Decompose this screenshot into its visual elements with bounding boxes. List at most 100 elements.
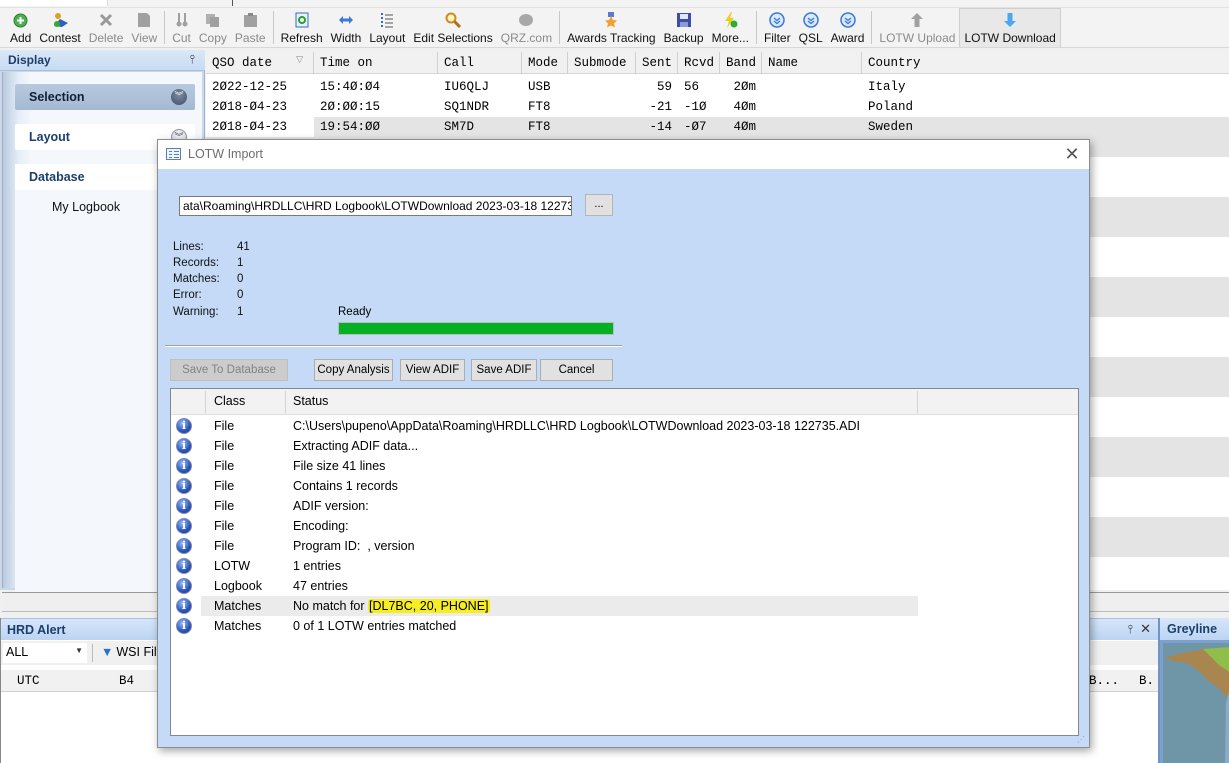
- add-button[interactable]: Add: [6, 8, 35, 47]
- log-row[interactable]: i File File size 41 lines: [171, 456, 1078, 476]
- log-row[interactable]: i File ADIF version:: [171, 496, 1078, 516]
- wsi-filter-button[interactable]: ▼ WSI Filt: [101, 645, 160, 659]
- pin-icon[interactable]: ⫯: [190, 52, 195, 67]
- cell-sent: -14: [649, 120, 672, 134]
- log-row[interactable]: i File Extracting ADIF data...: [171, 436, 1078, 456]
- awards-tracking-button[interactable]: Awards Tracking: [563, 8, 659, 47]
- qrz-icon: [518, 12, 534, 28]
- save-to-database-button[interactable]: Save To Database: [170, 359, 288, 381]
- paste-button[interactable]: Paste: [231, 8, 270, 47]
- view-icon: [136, 12, 152, 28]
- log-status: Program ID: , version: [293, 539, 415, 553]
- more-button[interactable]: More...: [708, 8, 753, 47]
- save-adif-button[interactable]: Save ADIF: [471, 359, 537, 381]
- log-row[interactable]: i Matches 0 of 1 LOTW entries matched: [171, 616, 1078, 636]
- log-row-selected[interactable]: i Matches No match for [DL7BC, 20, PHONE…: [171, 596, 1078, 616]
- delete-button[interactable]: Delete: [85, 8, 128, 47]
- contest-button[interactable]: Contest: [35, 8, 84, 47]
- column-header-call[interactable]: Call: [438, 52, 522, 74]
- cell-time-on: 15:4Ø:Ø4: [320, 80, 381, 94]
- column-header-qso-date[interactable]: QSO date ▽: [206, 52, 314, 74]
- document-tab[interactable]: [0, 0, 108, 6]
- log-row[interactable]: i LOTW 1 entries: [171, 556, 1078, 576]
- column-header-country[interactable]: Country: [862, 52, 1229, 74]
- greyline-map[interactable]: [1163, 643, 1229, 763]
- resize-grip-icon[interactable]: ⋰: [1077, 735, 1087, 745]
- alert-filter-value: ALL: [6, 645, 29, 659]
- close-icon[interactable]: ✕: [1063, 144, 1081, 164]
- info-icon: i: [176, 538, 192, 554]
- filter-button[interactable]: Filter: [760, 8, 795, 47]
- edit-selections-button[interactable]: Edit Selections: [409, 8, 496, 47]
- lotw-import-dialog: LOTW Import ✕ ata\Roaming\HRDLLC\HRD Log…: [157, 139, 1090, 748]
- backup-button[interactable]: Backup: [660, 8, 708, 47]
- column-header-class[interactable]: Class: [214, 394, 245, 408]
- table-row[interactable]: 2Ø18-Ø4-23 2Ø:ØØ:15 SQ1NDR FT8 -21 -1Ø 4…: [206, 97, 1229, 117]
- column-header-band[interactable]: Band: [720, 52, 762, 74]
- view-button[interactable]: View: [127, 8, 161, 47]
- copy-analysis-button[interactable]: Copy Analysis: [314, 359, 393, 381]
- column-header-mode[interactable]: Mode: [522, 52, 568, 74]
- alert-filter-select[interactable]: ALL ▼: [3, 643, 87, 663]
- table-row[interactable]: 2Ø18-Ø4-23 19:54:ØØ SM7D FT8 -14 -Ø7 4Øm…: [206, 117, 1229, 137]
- log-status: File size 41 lines: [293, 459, 386, 473]
- close-icon[interactable]: ✕: [1140, 621, 1151, 637]
- qrz-button[interactable]: QRZ.com: [497, 8, 556, 47]
- cell-time-on: 19:54:ØØ: [320, 120, 381, 134]
- width-button[interactable]: Width: [327, 8, 366, 47]
- column-header-b-short[interactable]: B.: [1139, 674, 1154, 688]
- award-button[interactable]: Award: [827, 8, 869, 47]
- cut-button[interactable]: Cut: [168, 8, 195, 47]
- cell-band: 4Øm: [733, 100, 756, 114]
- lotw-download-button[interactable]: LOTW Download: [959, 8, 1061, 47]
- progress-bar-fill: [339, 323, 613, 334]
- pin-icon[interactable]: ⫯: [1128, 622, 1133, 637]
- table-row[interactable]: 2Ø22-12-25 15:4Ø:Ø4 IU6QLJ USB 59 56 2Øm…: [206, 77, 1229, 97]
- column-header-b4[interactable]: B4: [119, 674, 134, 688]
- layout-button[interactable]: Layout: [365, 8, 409, 47]
- column-header-submode[interactable]: Submode: [568, 52, 636, 74]
- view-adif-button[interactable]: View ADIF: [400, 359, 465, 381]
- info-icon: i: [176, 598, 192, 614]
- funnel-icon: ▼: [101, 645, 114, 659]
- column-header-utc[interactable]: UTC: [17, 674, 40, 688]
- qsl-button[interactable]: QSL: [795, 8, 827, 47]
- display-panel-header: Display ⫯: [0, 50, 205, 71]
- selection-section[interactable]: Selection ︾: [15, 84, 195, 110]
- log-row[interactable]: i File Contains 1 records: [171, 476, 1078, 496]
- chevron-double-down-icon[interactable]: ︾: [171, 89, 187, 105]
- cell-qso-date: 2Ø22-12-25: [212, 80, 288, 94]
- log-row[interactable]: i File Encoding:: [171, 516, 1078, 536]
- stat-records-label: Records:: [173, 257, 220, 269]
- column-header-time-on[interactable]: Time on: [314, 52, 438, 74]
- cell-name: [762, 97, 862, 117]
- column-header-status[interactable]: Status: [293, 394, 328, 408]
- log-row[interactable]: i File C:\Users\pupeno\AppData\Roaming\H…: [171, 416, 1078, 436]
- browse-button[interactable]: ...: [585, 194, 613, 216]
- dialog-title: LOTW Import: [188, 147, 264, 161]
- cell-rcvd: -1Ø: [684, 100, 707, 114]
- column-header-sent[interactable]: Sent: [636, 52, 678, 74]
- database-item-my-logbook[interactable]: My Logbook: [52, 200, 120, 214]
- greyline-panel: Greyline: [1158, 618, 1229, 763]
- refresh-button[interactable]: Refresh: [277, 8, 327, 47]
- stat-error-value: 0: [237, 289, 244, 301]
- column-header-rcvd[interactable]: Rcvd: [678, 52, 720, 74]
- column-header-name[interactable]: Name: [762, 52, 862, 74]
- cell-call: SQ1NDR: [444, 100, 490, 114]
- copy-button[interactable]: Copy: [195, 8, 231, 47]
- column-header-b[interactable]: B...: [1089, 674, 1119, 688]
- file-path-input[interactable]: ata\Roaming\HRDLLC\HRD Logbook\LOTWDownl…: [179, 196, 572, 216]
- cell-sent: 59: [656, 80, 672, 94]
- toolbar-separator: [272, 11, 274, 44]
- cell-name: [762, 77, 862, 97]
- log-class: File: [214, 419, 235, 433]
- dropdown-arrow-icon: ▼: [75, 646, 83, 655]
- log-status: 47 entries: [293, 579, 348, 593]
- cancel-button[interactable]: Cancel: [540, 359, 613, 381]
- cell-submode: [568, 77, 636, 97]
- log-row[interactable]: i File Program ID: , version: [171, 536, 1078, 556]
- info-icon: i: [176, 618, 192, 634]
- lotw-upload-button[interactable]: LOTW Upload: [875, 8, 959, 47]
- log-row[interactable]: i Logbook 47 entries: [171, 576, 1078, 596]
